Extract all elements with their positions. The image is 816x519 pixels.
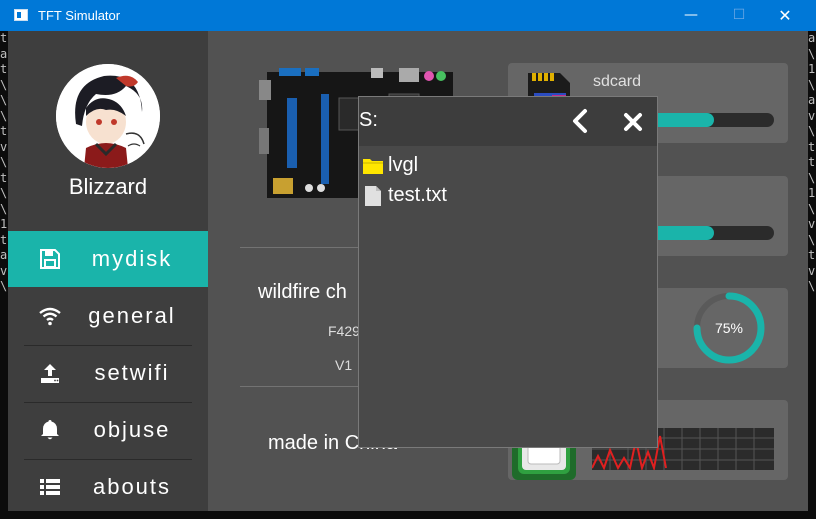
sidebar-item-abouts[interactable]: abouts — [8, 459, 208, 511]
minimize-button[interactable]: — — [668, 0, 714, 31]
file-icon — [365, 186, 381, 206]
sidebar-item-label: general — [88, 303, 176, 328]
device-model: F429 — [328, 323, 360, 339]
console-background-left: tat\a\v\ttv\vt\t\t1tav\t — [0, 31, 8, 519]
folder-icon — [363, 159, 383, 174]
device-version: V1 — [335, 357, 353, 373]
list-item[interactable]: test.txt — [362, 182, 562, 210]
console-background-right: a\v1\tav\vtt\a1\tv\atv\t — [808, 31, 816, 519]
upload-icon — [41, 364, 59, 383]
app-icon — [14, 9, 28, 21]
file-name: lvgl — [388, 154, 419, 176]
sidebar-item-general[interactable]: general — [8, 288, 208, 344]
sidebar-item-label: setwifi — [94, 360, 170, 385]
console-text-right: a\v1\tav\vtt\a1\tv\atv\t — [808, 31, 816, 293]
avatar — [56, 64, 160, 168]
sidebar-item-setwifi[interactable]: setwifi — [8, 345, 208, 401]
file-browser-dialog: S: lvgl test.txt — [358, 96, 658, 448]
window-title: TFT Simulator — [38, 8, 121, 23]
list-icon — [40, 479, 60, 495]
sidebar-item-label: abouts — [92, 474, 172, 499]
dialog-header: S: — [359, 97, 657, 146]
sidebar-item-label: mydisk — [91, 246, 173, 271]
sidebar: Blizzard mydisk general setwifi objuse a… — [8, 31, 208, 511]
usage-gauge: 75% — [693, 292, 765, 364]
sidebar-item-label: objuse — [93, 417, 171, 442]
window-titlebar[interactable]: TFT Simulator — ☐ ✕ — [0, 0, 816, 31]
avatar-image — [56, 64, 160, 168]
bell-icon — [41, 420, 59, 440]
simulator-screen: Blizzard mydisk general setwifi objuse a… — [8, 31, 808, 511]
wifi-icon — [39, 307, 61, 326]
dialog-path: S: — [359, 109, 378, 131]
username: Blizzard — [68, 174, 148, 199]
sidebar-item-mydisk[interactable]: mydisk — [8, 231, 208, 287]
gauge-label: 75% — [715, 320, 743, 336]
file-name: test.txt — [388, 184, 447, 206]
chevron-left-icon[interactable] — [569, 107, 591, 135]
console-text-left: tat\a\v\ttv\vt\t\t1tav\t — [0, 31, 8, 293]
list-item[interactable]: lvgl — [362, 152, 562, 180]
save-icon — [40, 249, 60, 269]
close-window-button[interactable]: ✕ — [762, 0, 808, 31]
maximize-button[interactable]: ☐ — [716, 0, 762, 31]
close-icon[interactable] — [621, 110, 645, 134]
sdcard-title: sdcard — [593, 73, 642, 90]
device-title: wildfire ch — [258, 281, 347, 303]
sidebar-item-objuse[interactable]: objuse — [8, 402, 208, 458]
